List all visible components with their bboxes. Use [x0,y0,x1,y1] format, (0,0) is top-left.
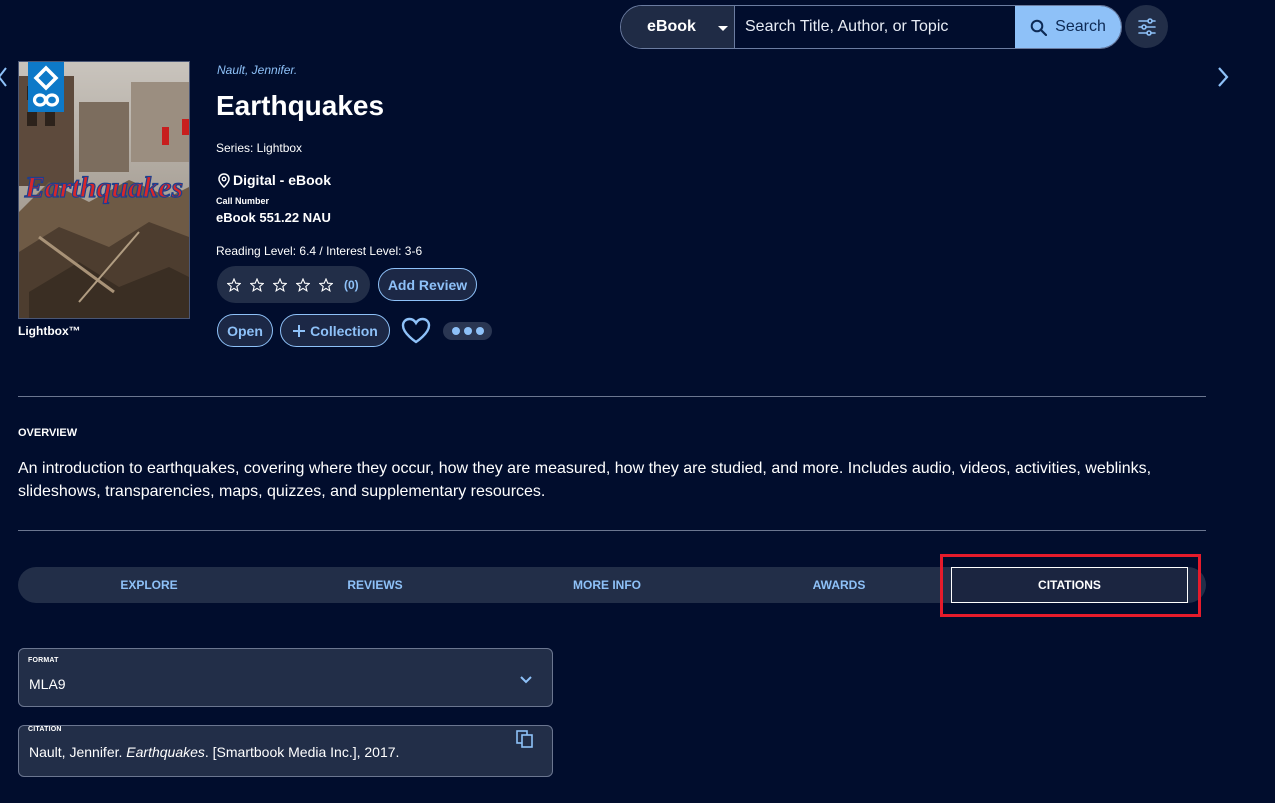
highlight-box [940,554,1201,617]
dot-icon [463,327,472,335]
book-title: Earthquakes [216,90,385,121]
copy-icon[interactable] [515,729,535,749]
divider [18,530,1206,531]
citation-rest: . [Smartbook Media Inc.], 2017. [204,744,400,760]
star-icon[interactable] [250,277,264,292]
search-format-label: eBook [647,18,696,35]
search-button[interactable]: Search [1015,6,1121,48]
search-input[interactable] [734,6,1015,48]
dot-icon [475,327,484,335]
filter-button[interactable] [1125,5,1168,48]
location-pin-icon [218,172,230,188]
format-text: Digital - eBook [233,172,332,188]
collection-label: Collection [310,322,378,339]
citation-text: Nault, Jennifer. Earthquakes. [Smartbook… [29,744,399,760]
citation-title: Earthquakes [126,744,205,760]
tab-more-info[interactable]: MORE INFO [494,567,720,603]
citation-format-select[interactable]: FORMAT MLA9 [18,648,553,707]
star-icon[interactable] [273,277,287,292]
plus-icon [293,324,306,337]
tab-awards[interactable]: AWARDS [726,567,952,603]
overview-text: An introduction to earthquakes, covering… [18,460,1152,500]
reading-level: Reading Level: 6.4 / Interest Level: 3-6 [216,244,423,258]
chevron-down-icon [718,26,728,31]
citation-field: CITATION Nault, Jennifer. Earthquakes. [… [18,725,553,777]
star-icon[interactable] [227,277,241,292]
publisher-logo-icon [28,62,64,112]
call-number: eBook 551.22 NAU [216,210,331,225]
add-review-button[interactable]: Add Review [378,268,477,301]
format-line: Digital - eBook [218,172,331,188]
series-label: Series: Lightbox [216,141,303,155]
open-label: Open [227,322,263,339]
chevron-down-icon [520,676,532,684]
tab-reviews[interactable]: REVIEWS [262,567,488,603]
star-icon[interactable] [319,277,333,292]
citation-field-label: CITATION [28,726,62,733]
call-number-label: Call Number [216,196,270,206]
more-options-button[interactable] [443,322,492,340]
search-icon [1030,19,1048,36]
search-bar: eBook Search [620,5,1122,49]
previous-arrow-icon[interactable] [0,66,8,88]
divider [18,396,1206,397]
sliders-icon [1137,17,1156,36]
citation-author: Nault, Jennifer. [29,744,123,760]
cover-caption: Lightbox™ [18,324,81,338]
format-field-value: MLA9 [29,676,66,692]
search-format-dropdown[interactable]: eBook [621,6,734,48]
rating-count: (0) [344,277,359,292]
dot-icon [451,327,460,335]
format-field-label: FORMAT [28,657,59,664]
star-icon[interactable] [296,277,310,292]
cover-title-text: Earthquakes [24,171,183,204]
next-arrow-icon[interactable] [1216,66,1230,88]
author-link[interactable]: Nault, Jennifer. [217,63,297,77]
rating-widget: (0) [217,266,370,303]
open-button[interactable]: Open [217,314,273,347]
add-to-collection-button[interactable]: Collection [280,314,390,347]
favorite-heart-icon[interactable] [400,316,432,345]
search-button-label: Search [1055,18,1106,35]
overview-heading: OVERVIEW [18,427,78,439]
add-review-label: Add Review [387,276,468,293]
tab-explore[interactable]: EXPLORE [36,567,262,603]
